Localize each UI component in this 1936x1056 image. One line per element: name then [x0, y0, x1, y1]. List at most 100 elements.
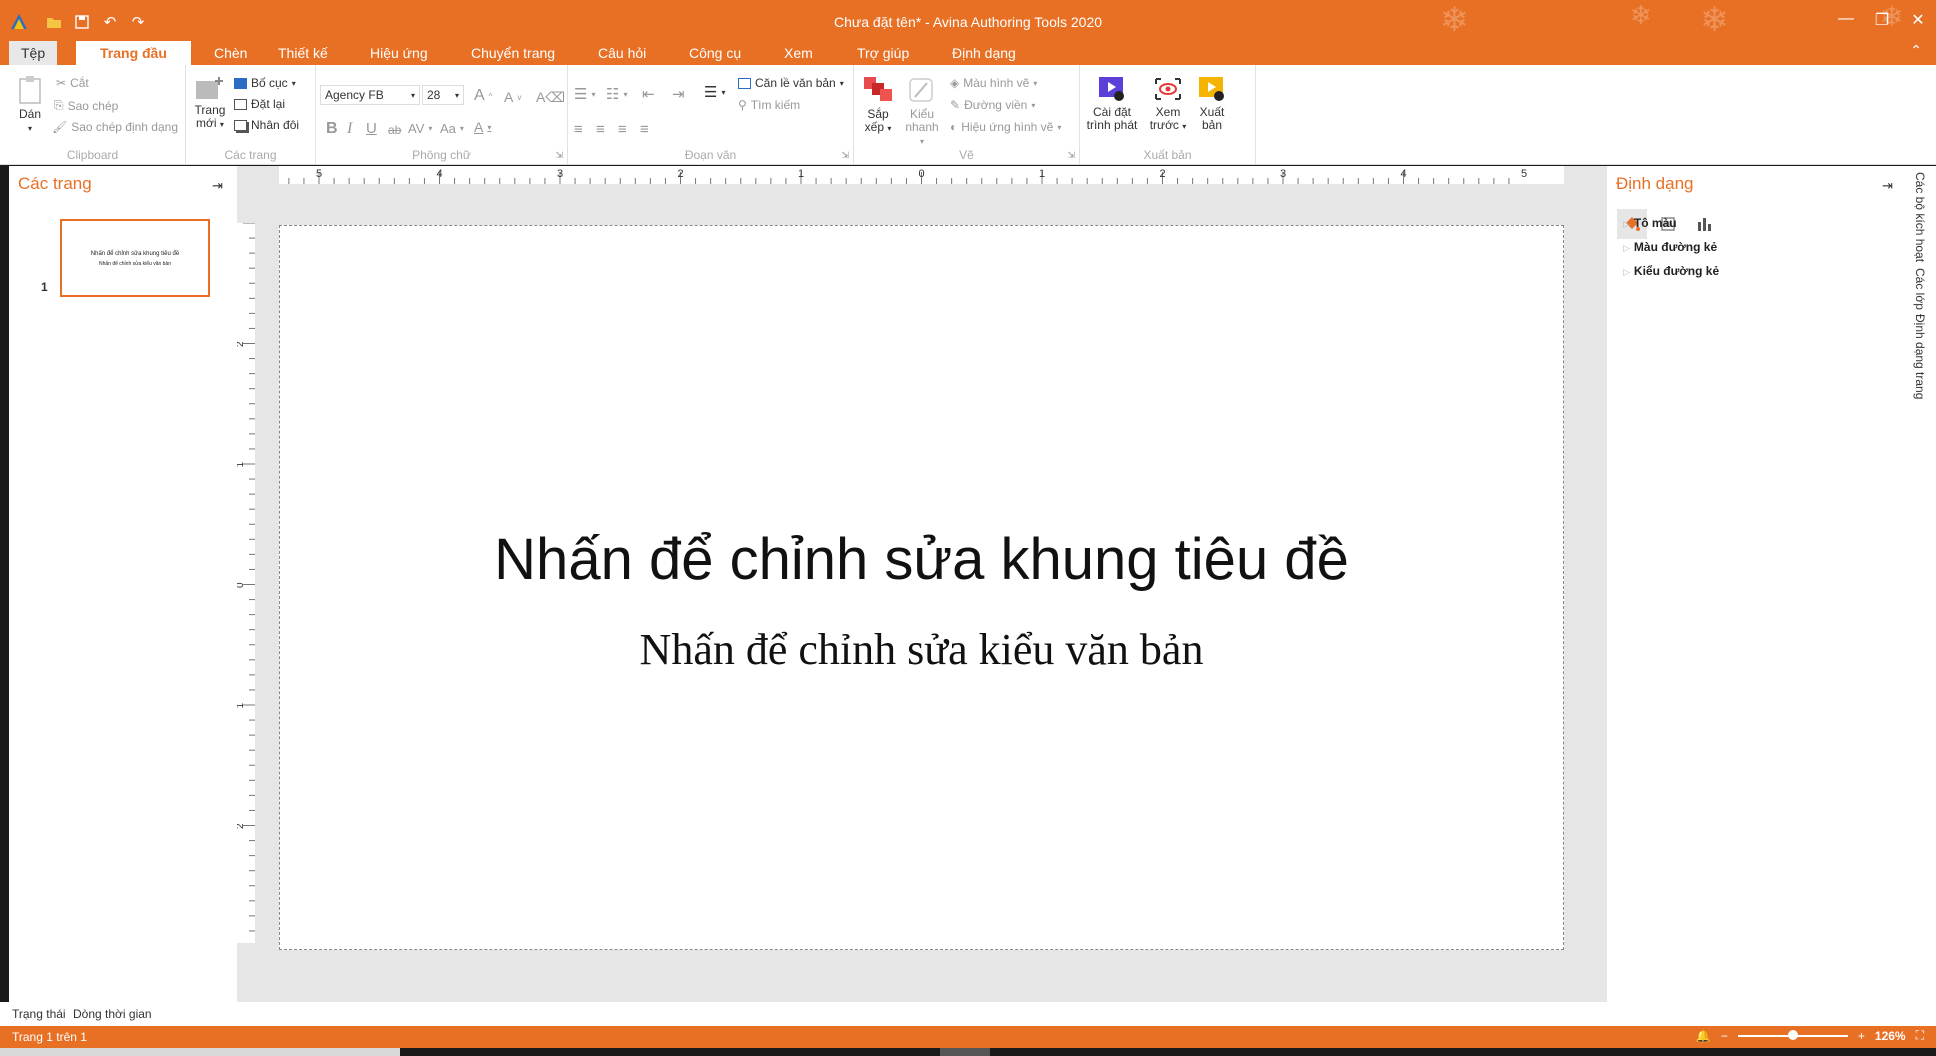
publish-group-label: Xuất bản — [1143, 148, 1192, 162]
italic-icon[interactable]: I — [347, 120, 352, 138]
quick-style-icon — [909, 78, 933, 102]
fill-section-header[interactable]: ▷ Tô màu — [1623, 216, 1677, 230]
chart-bars-icon[interactable] — [1689, 209, 1719, 239]
zoom-out-icon[interactable]: − — [1721, 1029, 1728, 1043]
clear-format-icon[interactable]: A⌫ — [536, 89, 565, 106]
font-color-icon[interactable]: A ▾ — [474, 119, 491, 135]
copy-button[interactable]: ⎘ Sao chép — [54, 98, 118, 113]
slide[interactable]: Nhấn để chỉnh sửa khung tiêu đề Nhấn để … — [279, 225, 1564, 950]
quick-style-label-2: nhanh — [905, 120, 939, 134]
slide-thumbnail[interactable]: Nhấn để chỉnh sửa khung tiêu đề Nhấn để … — [60, 219, 210, 297]
slide-subtitle-placeholder[interactable]: Nhấn để chỉnh sửa kiểu văn bản — [280, 624, 1563, 675]
tab-tools[interactable]: Công cụ — [677, 41, 753, 65]
paragraph-group-label: Đoạn văn — [684, 148, 737, 162]
align-left-icon[interactable]: ≡ — [574, 121, 583, 138]
line-spacing-icon[interactable]: ☰ ▾ — [704, 83, 725, 101]
grow-font-icon[interactable]: A ^ — [474, 87, 492, 105]
increase-indent-icon[interactable]: ⇥ — [672, 85, 685, 103]
snowflake-decoration-icon: ❄ — [1630, 0, 1652, 30]
tab-help[interactable]: Trợ giúp — [845, 41, 921, 65]
ruler-label: 3 — [557, 168, 563, 180]
tab-home[interactable]: Trang đầu — [76, 41, 191, 65]
ruler-label: 0 — [919, 168, 925, 180]
tab-triggers[interactable]: Các bộ kích hoạt — [1913, 172, 1927, 262]
pencil-icon: ✎ — [950, 98, 961, 112]
bullets-icon[interactable]: ☰ ▾ — [574, 85, 595, 103]
align-center-icon[interactable]: ≡ — [596, 121, 605, 138]
cut-button[interactable]: ✂ Cắt — [56, 76, 89, 90]
layout-button[interactable]: Bố cục ▾ — [234, 76, 296, 90]
copy-icon: ⎘ — [54, 98, 64, 112]
tab-effects[interactable]: Hiệu ứng — [358, 41, 440, 65]
preview-button[interactable]: Xem trước ▾ — [1146, 75, 1190, 133]
ruler-label: 2 — [237, 341, 246, 347]
tab-layers[interactable]: Các lớp — [1913, 268, 1927, 310]
tab-transitions[interactable]: Chuyển trang — [459, 41, 567, 65]
restore-icon[interactable]: ❐ — [1864, 10, 1900, 30]
tab-questions[interactable]: Câu hỏi — [586, 41, 658, 65]
quick-style-button[interactable]: Kiểu nhanh ▾ — [902, 75, 942, 148]
duplicate-button[interactable]: Nhân đôi — [234, 118, 299, 132]
paste-button[interactable]: Dán ▾ — [12, 75, 48, 135]
format-painter-button[interactable]: 🖌 Sao chép định dạng — [52, 120, 178, 134]
tab-format[interactable]: Định dạng — [940, 41, 1028, 65]
tab-timeline[interactable]: Dòng thời gian — [73, 1007, 152, 1021]
layout-label: Bố cục — [251, 76, 288, 90]
notification-bell-icon[interactable]: 🔔 — [1696, 1029, 1711, 1043]
arrange-button[interactable]: Sắp xếp ▾ — [858, 75, 898, 135]
collapse-ribbon-icon[interactable]: ⌃ — [1910, 42, 1922, 59]
pin-icon[interactable]: ⇥ — [1882, 178, 1893, 194]
horizontal-ruler: 5 4 3 2 1 0 1 2 3 4 5 — [279, 166, 1564, 184]
ruler-label: 1 — [798, 168, 804, 180]
char-spacing-icon[interactable]: AV ▾ — [408, 121, 432, 136]
tab-states[interactable]: Trạng thái — [12, 1007, 66, 1021]
decrease-indent-icon[interactable]: ⇤ — [642, 85, 655, 103]
underline-icon[interactable]: U — [366, 120, 377, 137]
numbering-icon[interactable]: ☷ ▾ — [606, 85, 627, 103]
zoom-slider[interactable] — [1737, 1029, 1848, 1040]
publish-label-2: bản — [1201, 118, 1223, 132]
player-settings-button[interactable]: Cài đặt trình phát — [1082, 75, 1142, 132]
slide-title-placeholder[interactable]: Nhấn để chỉnh sửa khung tiêu đề — [280, 526, 1563, 593]
os-taskbar — [0, 1048, 1936, 1056]
shrink-font-icon[interactable]: Av — [504, 89, 521, 105]
align-text-label: Căn lề văn bản — [755, 76, 836, 90]
tab-file[interactable]: Tệp — [9, 41, 58, 65]
find-button[interactable]: ⚲ Tìm kiếm — [738, 98, 800, 112]
align-text-button[interactable]: Căn lề văn bản ▾ — [738, 76, 844, 90]
strikethrough-icon[interactable]: ab — [388, 123, 401, 137]
fit-to-window-icon[interactable]: ⛶ — [1916, 1028, 1924, 1043]
align-right-icon[interactable]: ≡ — [618, 121, 627, 138]
reset-button[interactable]: Đặt lại — [234, 97, 285, 111]
zoom-in-icon[interactable]: + — [1858, 1029, 1865, 1043]
justify-icon[interactable]: ≡ — [640, 121, 649, 138]
outline-button[interactable]: ✎ Đường viền ▾ — [950, 98, 1035, 112]
player-settings-icon — [1099, 77, 1124, 101]
tab-design[interactable]: Thiết kế — [266, 41, 340, 65]
font-family-select[interactable]: Agency FB ▾ — [320, 85, 420, 105]
publish-button[interactable]: Xuất bản — [1192, 75, 1232, 132]
shape-effects-button[interactable]: ◐ Hiệu ứng hình vẽ ▾ — [950, 120, 1061, 134]
bold-icon[interactable]: B — [326, 120, 338, 138]
line-style-section-header[interactable]: ▷ Kiểu đường kẻ — [1623, 264, 1719, 278]
clipboard-group: Dán ▾ ✂ Cắt ⎘ Sao chép 🖌 Sao chép định dạng … — [0, 65, 186, 165]
pages-group-label: Các trang — [224, 148, 277, 162]
new-page-button[interactable]: Trang mới ▾ — [192, 75, 228, 131]
reset-icon — [234, 98, 247, 110]
preview-label-1: Xem — [1155, 105, 1181, 119]
pin-icon[interactable]: ⇥ — [212, 178, 223, 194]
font-size-select[interactable]: 28 ▾ — [422, 85, 464, 105]
tab-view[interactable]: Xem — [772, 41, 825, 65]
font-group: Agency FB ▾ 28 ▾ A ^ Av A⌫ B I U ab AV ▾ Aa ▾… — [316, 65, 568, 165]
zoom-level: 126% — [1874, 1028, 1906, 1043]
zoom-slider-knob[interactable] — [1787, 1029, 1798, 1040]
close-icon[interactable]: ✕ — [1900, 10, 1936, 30]
change-case-icon[interactable]: Aa ▾ — [440, 121, 464, 136]
minimize-icon[interactable]: — — [1828, 10, 1864, 30]
tab-page-format[interactable]: Định dạng trang — [1913, 314, 1927, 399]
snowflake-decoration-icon: ❄ — [1700, 1, 1729, 39]
shape-fill-button[interactable]: ◈ Màu hình vẽ ▾ — [950, 76, 1037, 90]
tab-insert[interactable]: Chèn — [202, 41, 259, 65]
line-color-section-header[interactable]: ▷ Màu đường kẻ — [1623, 240, 1717, 254]
shape-fill-label: Màu hình vẽ — [963, 76, 1030, 90]
